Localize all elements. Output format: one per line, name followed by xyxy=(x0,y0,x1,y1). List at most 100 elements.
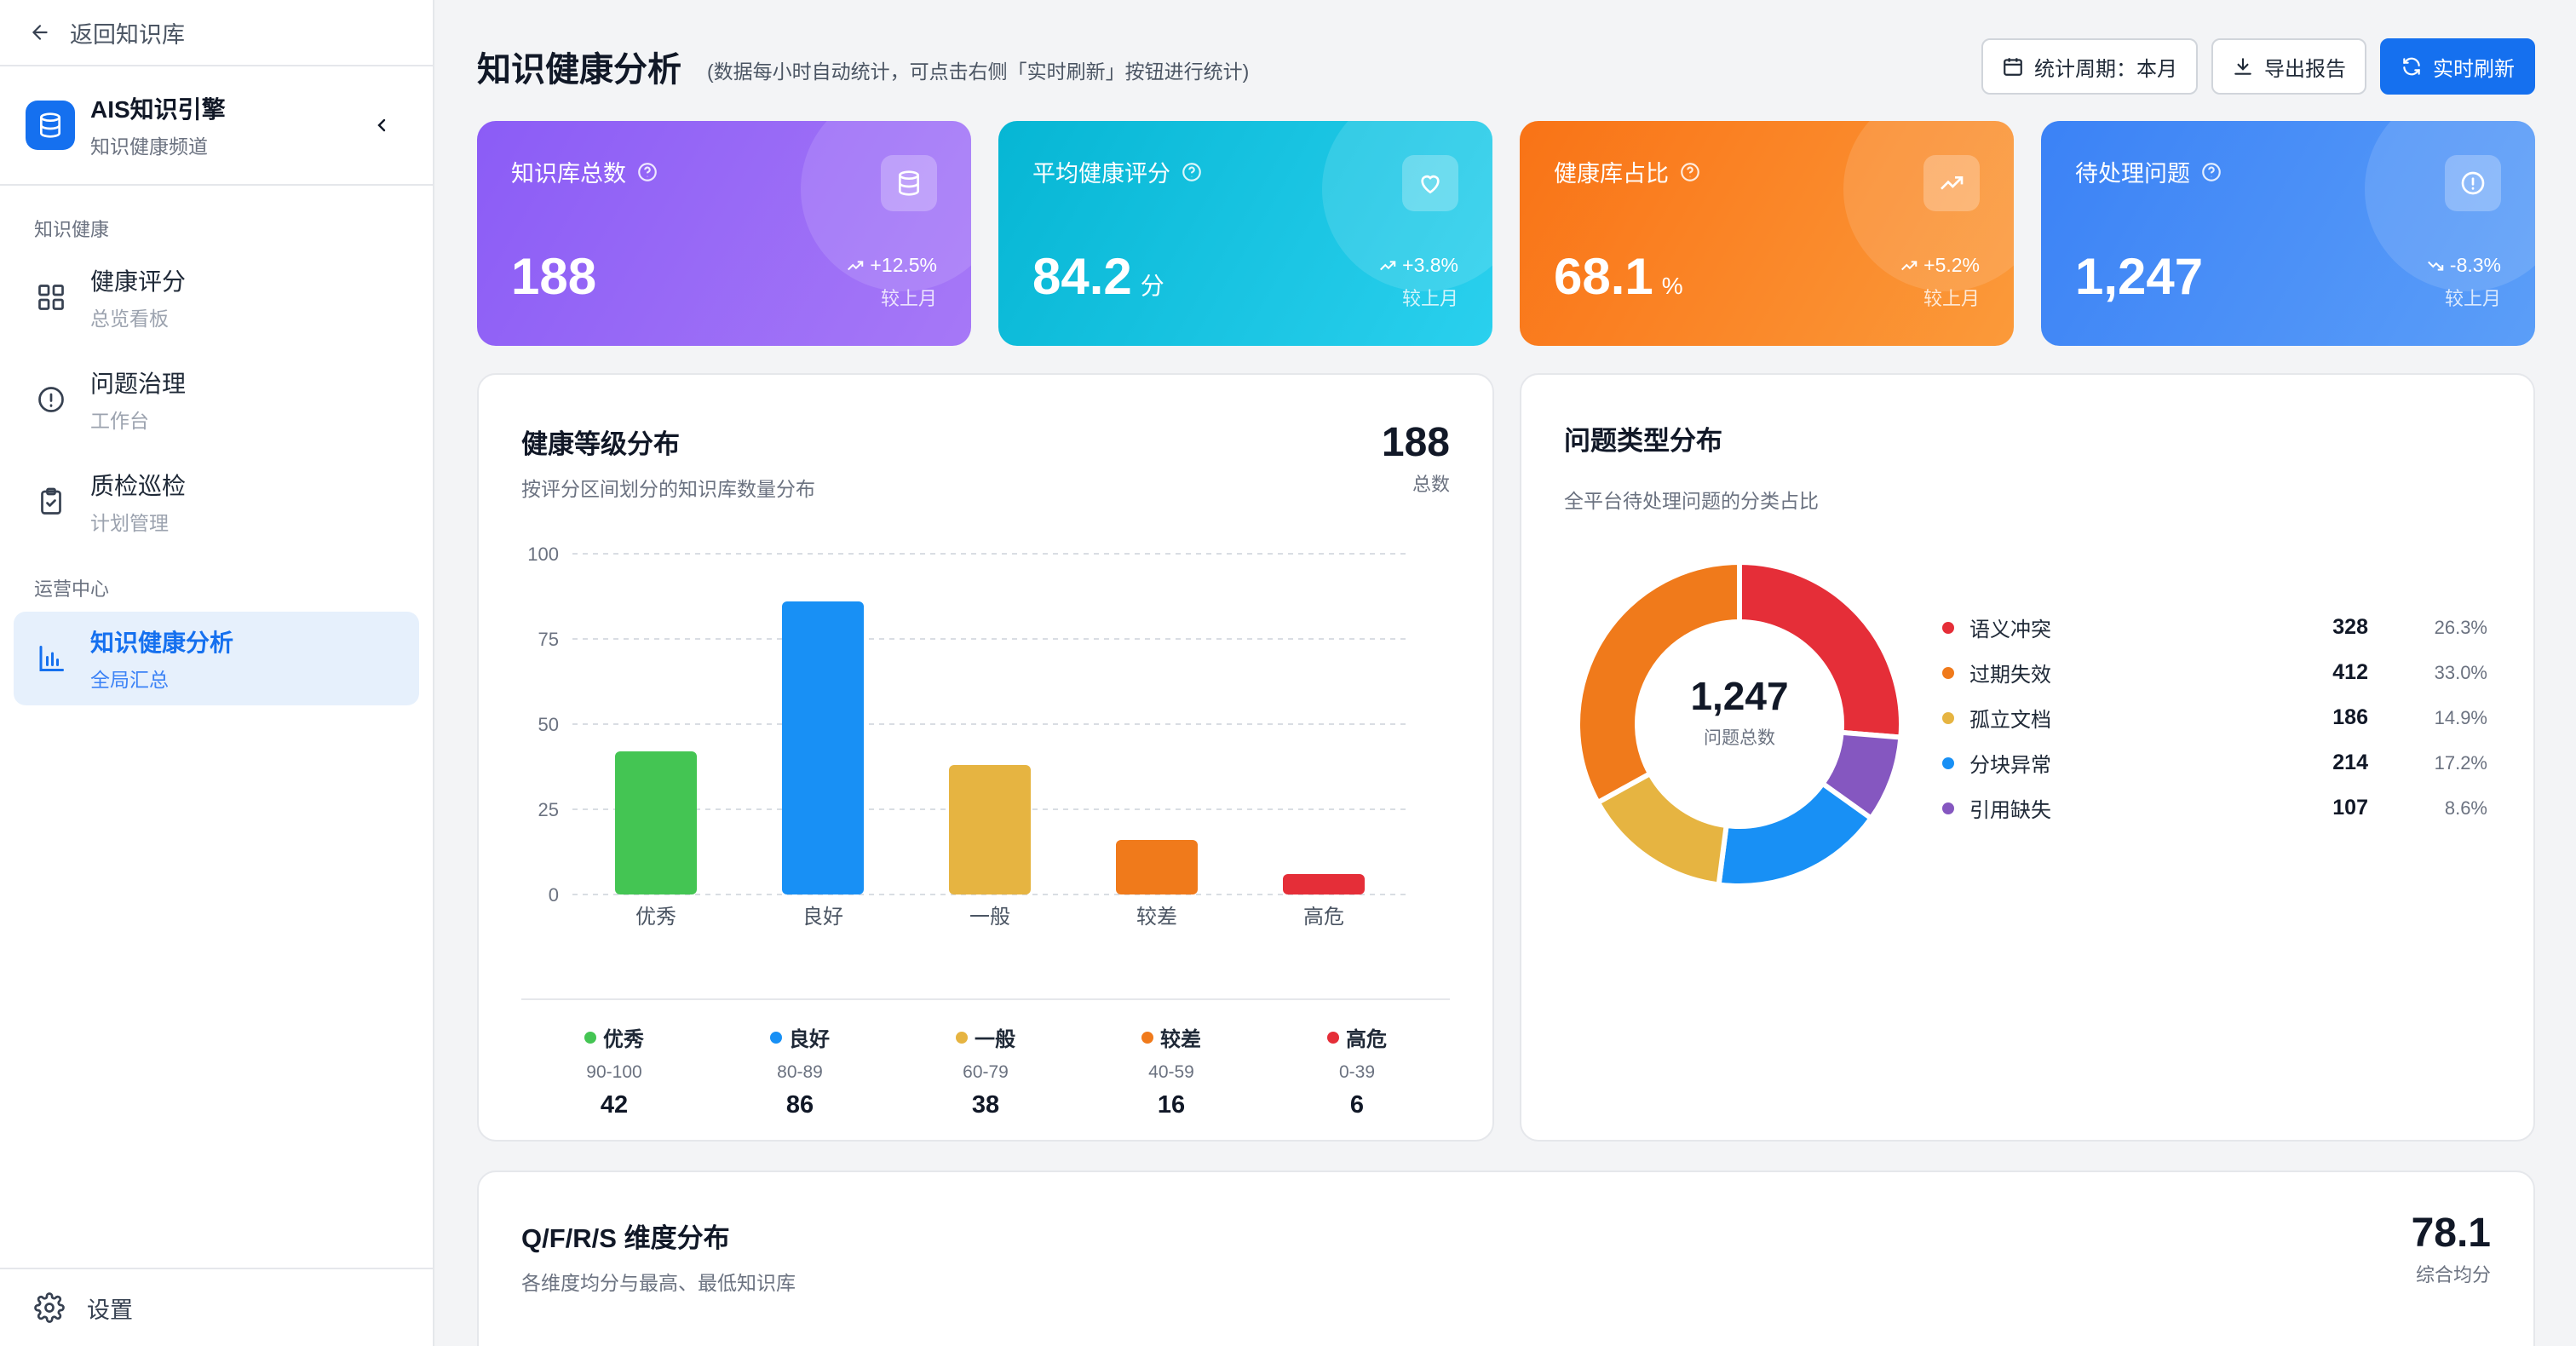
kpi-value: 84.2 分 xyxy=(1032,248,1164,305)
sidebar-item-subtitle: 计划管理 xyxy=(90,512,169,534)
x-tick-label: 良好 xyxy=(802,906,843,929)
dimension-card: Q/F/R/S 维度分布 各维度均分与最高、最低知识库 78.1 综合均分 xyxy=(477,1171,2535,1346)
refresh-icon xyxy=(2403,57,2420,76)
health-legend: 优秀 90-100 42 良好 80-89 86 一般 60-79 38 较差 … xyxy=(521,998,1450,1119)
bar[interactable] xyxy=(1116,840,1198,894)
sidebar: 返回知识库 AIS知识引擎 知识健康频道 知识健康 健康评分 总览看板 问题治理… xyxy=(0,0,434,1346)
section-title-health: 知识健康 xyxy=(34,219,110,240)
sidebar-item-knowledge-health-analysis[interactable]: 知识健康分析 全局汇总 xyxy=(14,612,419,705)
kpi-card-pending-issues: 待处理问题 1,247 -8.3% 较上月 xyxy=(2041,121,2535,346)
database-icon xyxy=(881,155,937,211)
collapse-sidebar-button[interactable] xyxy=(365,108,399,142)
sidebar-item-title: 健康评分 xyxy=(90,268,187,295)
x-tick-label: 高危 xyxy=(1303,906,1344,929)
legend-item-normal: 一般 60-79 38 xyxy=(893,1000,1078,1119)
legend-dot xyxy=(1327,1031,1339,1044)
kpi-compare: 较上月 xyxy=(1401,288,1458,309)
sidebar-item-issue-governance[interactable]: 问题治理 工作台 xyxy=(14,353,419,446)
trend-up-icon xyxy=(848,260,864,270)
card-title: 健康等级分布 xyxy=(521,429,680,459)
page-title: 知识健康分析 xyxy=(477,51,681,89)
list-item: 过期失效 412 33.0% xyxy=(1942,650,2487,695)
kpi-delta: +3.8% xyxy=(1402,254,1458,276)
kpi-row: 知识库总数 188 +12.5% 较上月 平均健康评分 84.2分 +3.8% xyxy=(477,121,2535,346)
list-item: 引用缺失 107 8.6% xyxy=(1942,785,2487,831)
total-count: 188 xyxy=(1381,420,1450,465)
bar[interactable] xyxy=(1283,874,1365,894)
sidebar-item-quality-inspection[interactable]: 质检巡检 计划管理 xyxy=(14,455,419,549)
trending-up-icon xyxy=(1923,155,1980,211)
export-report-button[interactable]: 导出报告 xyxy=(2211,38,2366,95)
kpi-label: 平均健康评分 xyxy=(1032,161,1170,187)
help-icon xyxy=(1182,162,1201,181)
kpi-card-avg-score: 平均健康评分 84.2 分 +3.8% 较上月 xyxy=(998,121,1492,346)
kpi-value: 68.1% xyxy=(1554,248,1683,305)
export-label: 导出报告 xyxy=(2264,57,2346,81)
list-item: 语义冲突 328 26.3% xyxy=(1942,605,2487,650)
donut-total: 1,247 xyxy=(1690,674,1789,718)
kpi-compare: 较上月 xyxy=(1923,288,1980,309)
kpi-card-total-kb: 知识库总数 188 +12.5% 较上月 xyxy=(477,121,971,346)
y-tick-label: 25 xyxy=(538,799,559,820)
database-icon xyxy=(26,101,75,150)
list-item: 分块异常 214 17.2% xyxy=(1942,740,2487,785)
download-icon xyxy=(2234,58,2251,75)
card-subtitle: 按评分区间划分的知识库数量分布 xyxy=(521,478,815,500)
refresh-button[interactable]: 实时刷新 xyxy=(2380,38,2535,95)
bar[interactable] xyxy=(782,601,864,894)
kpi-value: 188 xyxy=(511,248,597,305)
kpi-label: 待处理问题 xyxy=(2075,161,2190,187)
heart-icon xyxy=(1402,155,1458,211)
chevron-left-icon xyxy=(377,118,386,132)
donut-total-label: 问题总数 xyxy=(1704,728,1775,748)
card-title: 问题类型分布 xyxy=(1564,426,1722,456)
sidebar-item-subtitle: 总览看板 xyxy=(90,308,169,330)
bar[interactable] xyxy=(615,751,697,894)
y-tick-label: 100 xyxy=(527,544,559,565)
trend-up-icon xyxy=(1380,260,1396,270)
settings-label: 设置 xyxy=(87,1297,133,1323)
total-label: 总数 xyxy=(1412,474,1450,495)
x-tick-label: 优秀 xyxy=(635,906,676,929)
help-icon xyxy=(638,162,657,181)
issue-list: 语义冲突 328 26.3% 过期失效 412 33.0% 孤立文档 186 14.9% 分… xyxy=(1942,605,2487,831)
calendar-icon xyxy=(2004,58,2022,76)
back-to-knowledge-base-link[interactable]: 返回知识库 xyxy=(0,0,433,66)
app-header: AIS知识引擎 知识健康频道 xyxy=(0,66,433,186)
page-header: 知识健康分析 (数据每小时自动统计，可点击右侧「实时刷新」按钮进行统计) 统计周… xyxy=(477,37,2535,95)
y-tick-label: 75 xyxy=(538,629,559,650)
donut-slice[interactable] xyxy=(1716,779,1875,889)
section-title-operations: 运营中心 xyxy=(34,578,110,600)
kpi-delta: +5.2% xyxy=(1923,254,1980,276)
gear-icon xyxy=(34,1292,65,1323)
card-title: Q/F/R/S 维度分布 xyxy=(521,1223,730,1253)
x-tick-label: 较差 xyxy=(1136,906,1177,929)
bar-chart-icon xyxy=(34,641,68,676)
kpi-label: 知识库总数 xyxy=(511,161,626,187)
trend-down-icon xyxy=(2427,261,2444,271)
list-item: 孤立文档 186 14.9% xyxy=(1942,695,2487,740)
legend-dot xyxy=(584,1031,596,1044)
y-tick-label: 0 xyxy=(549,884,559,906)
legend-dot xyxy=(1141,1031,1153,1044)
donut-center: 1,247 问题总数 xyxy=(1646,673,1833,750)
health-distribution-card: 健康等级分布 按评分区间划分的知识库数量分布 188 总数 0 25 50 75 100… xyxy=(477,373,1494,1142)
app-name: AIS知识引擎 xyxy=(90,96,226,123)
card-subtitle: 各维度均分与最高、最低知识库 xyxy=(521,1272,796,1294)
period-select-button[interactable]: 统计周期：本月 xyxy=(1981,38,2198,95)
sidebar-item-health-score[interactable]: 健康评分 总览看板 xyxy=(14,250,419,344)
help-icon xyxy=(2202,162,2221,181)
arrow-left-icon xyxy=(29,21,51,43)
settings-button[interactable]: 设置 xyxy=(0,1268,433,1346)
help-icon xyxy=(1681,162,1699,181)
sidebar-item-title: 知识健康分析 xyxy=(90,630,234,656)
kpi-compare: 较上月 xyxy=(2444,288,2501,309)
legend-item-good: 良好 80-89 86 xyxy=(707,1000,893,1119)
refresh-label: 实时刷新 xyxy=(2433,57,2515,81)
trend-up-icon xyxy=(1901,260,1918,270)
legend-item-poor: 较差 40-59 16 xyxy=(1078,1000,1264,1119)
bar[interactable] xyxy=(949,765,1031,894)
clipboard-check-icon xyxy=(34,485,68,519)
alert-circle-icon xyxy=(2445,155,2501,211)
health-bar-chart: 0 25 50 75 100 优秀 良好 一般 较差 高危 xyxy=(527,544,1407,929)
